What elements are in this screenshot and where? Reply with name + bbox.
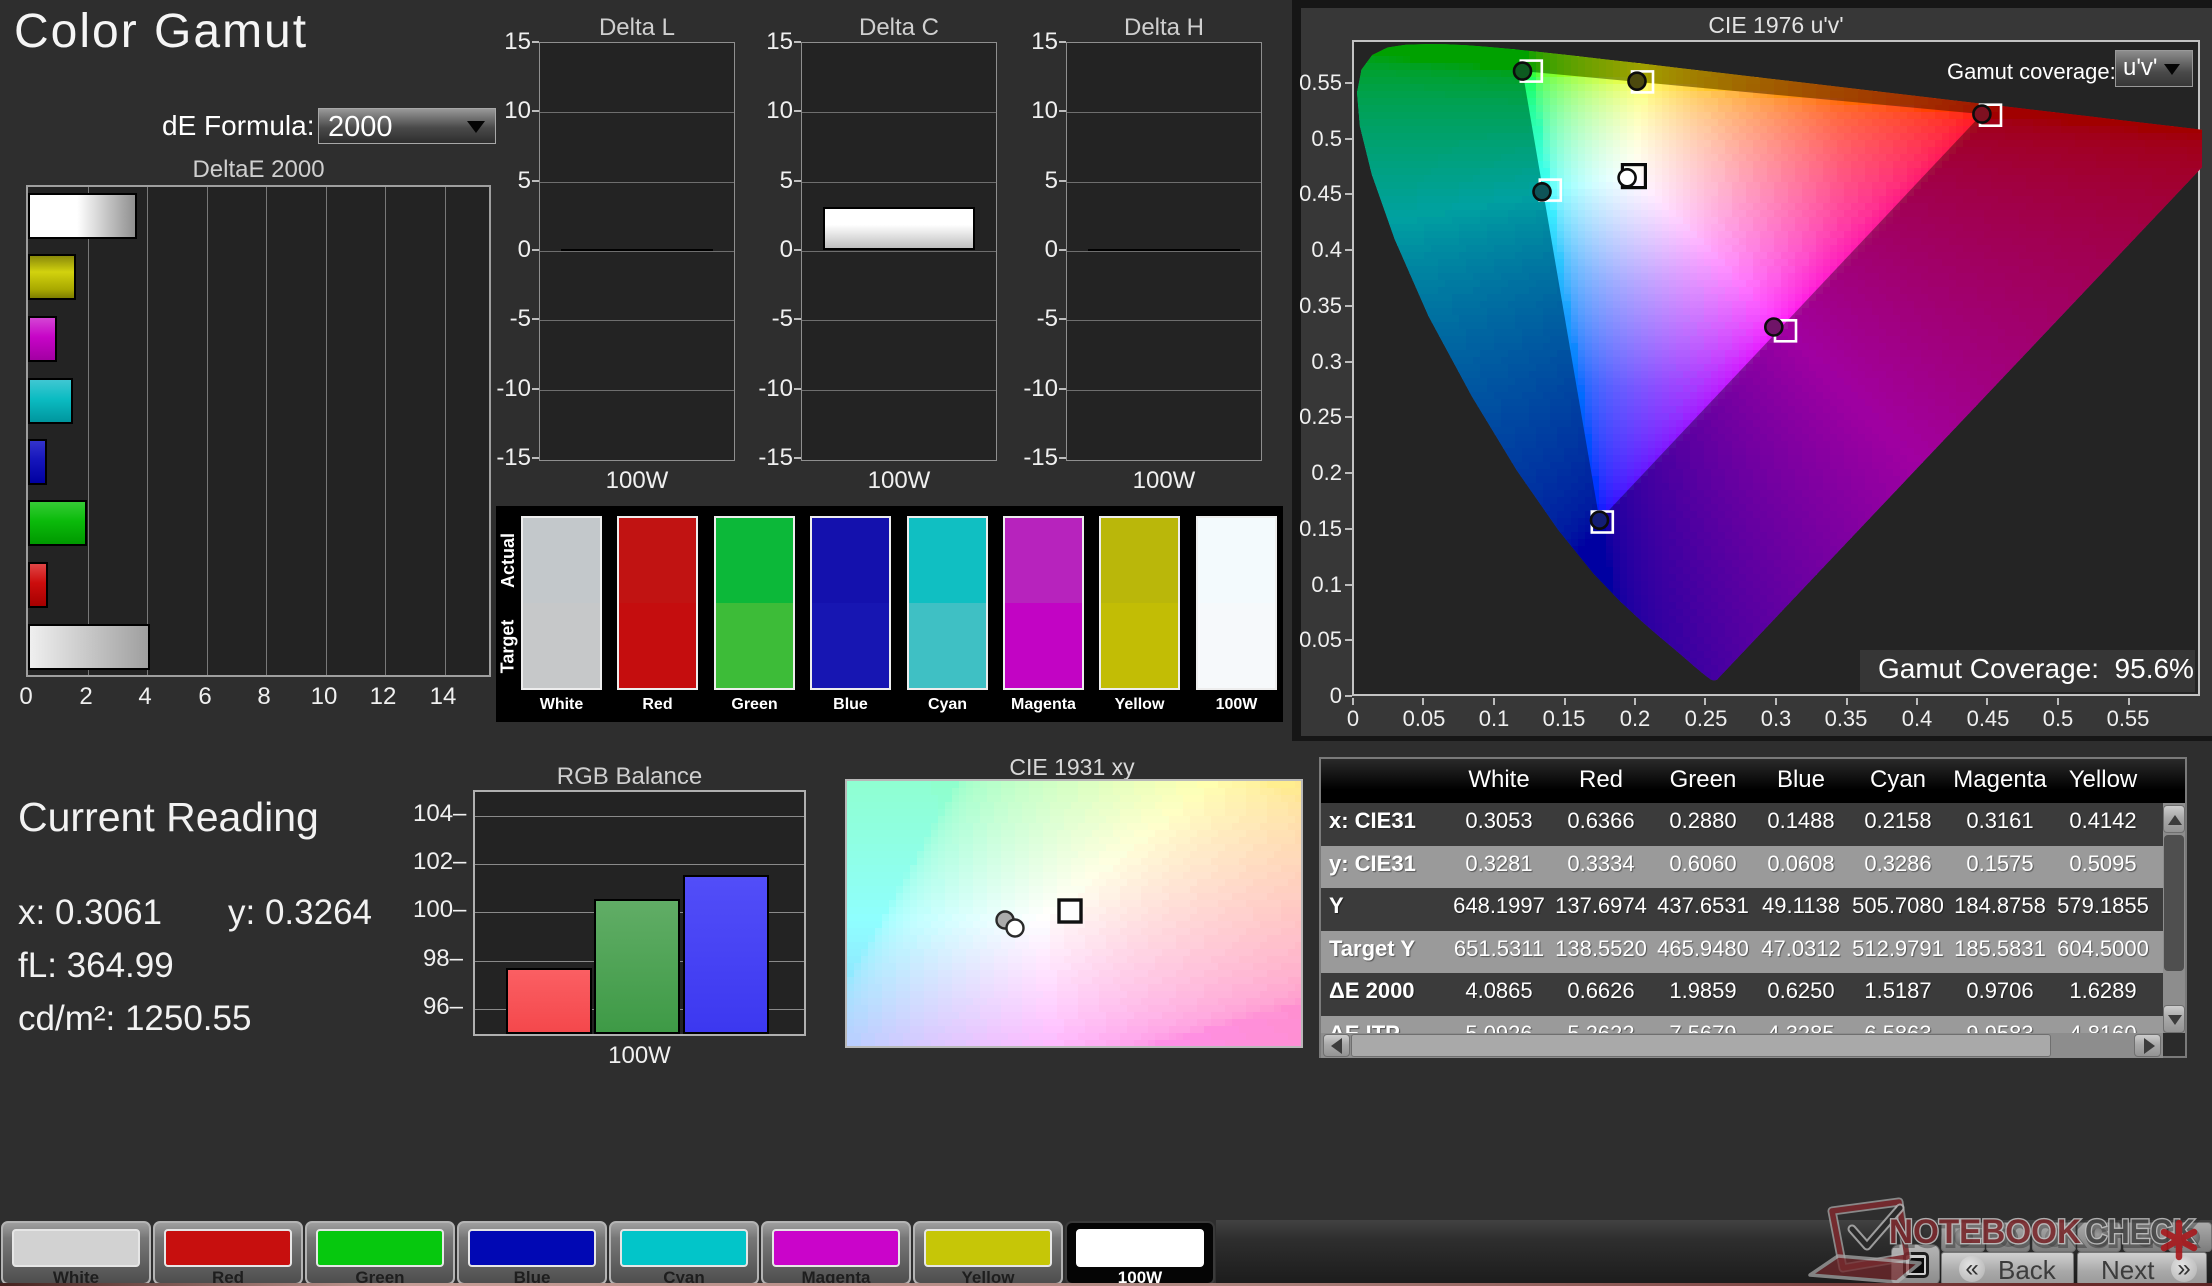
svg-text:NOTEBOOK: NOTEBOOK [1889,1213,2081,1251]
